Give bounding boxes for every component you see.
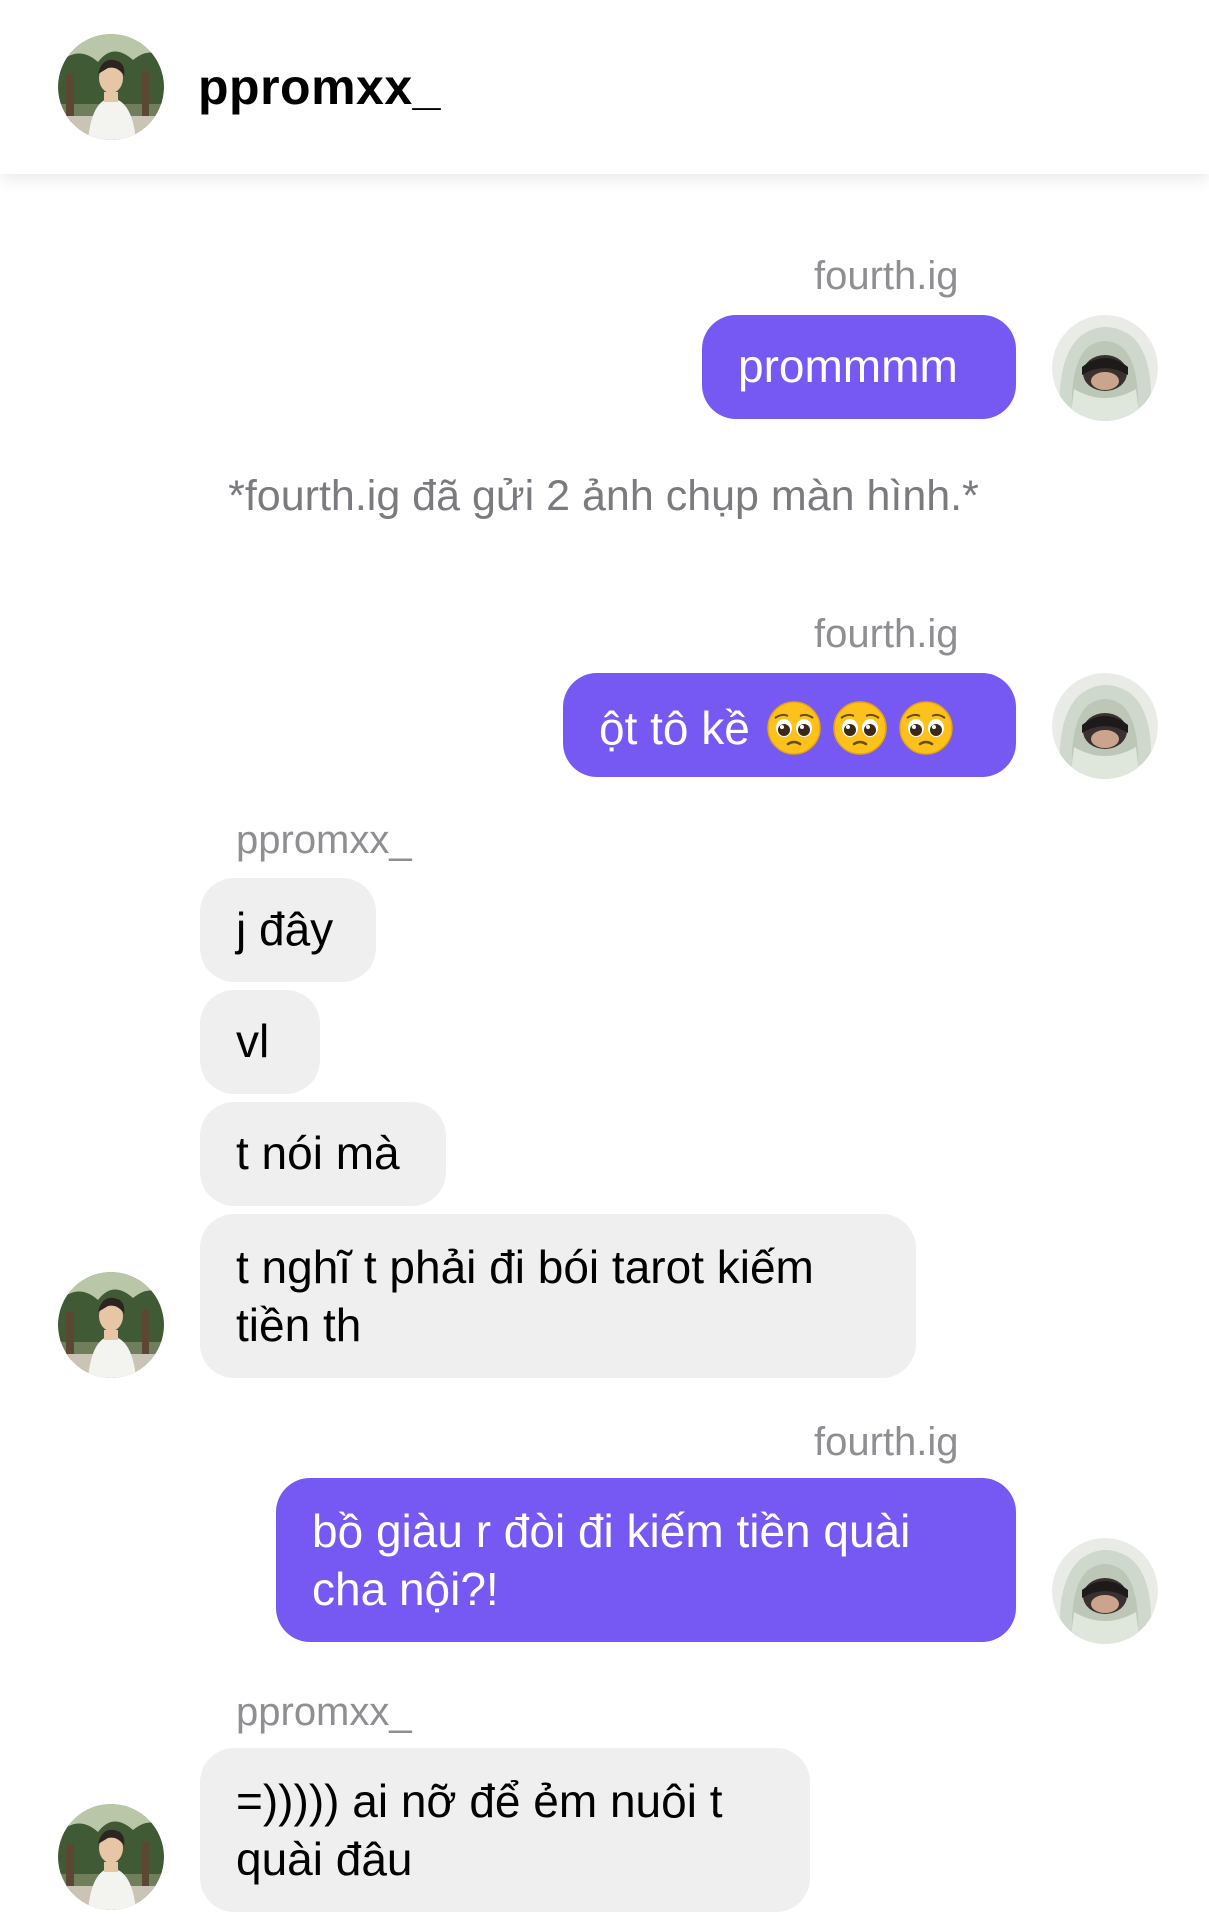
message-text-line: cha nội?! (312, 1563, 499, 1615)
sender-label: ppromxx_ (236, 1690, 412, 1734)
message-text: ột tô kề (599, 701, 750, 754)
pleading-face-emoji-icon (766, 700, 822, 756)
avatar[interactable] (1052, 1538, 1158, 1644)
message-bubble[interactable]: vl (200, 990, 320, 1094)
message-bubble[interactable]: t nghĩ t phải đi bói tarot kiếm tiền th (200, 1214, 916, 1378)
sender-label: fourth.ig (814, 1420, 959, 1464)
message-text: t nói mà (236, 1127, 400, 1179)
message-text-line: bồ giàu r đòi đi kiếm tiền quài (312, 1505, 911, 1557)
profile-photo-icon (1052, 315, 1158, 421)
avatar[interactable] (58, 1272, 164, 1378)
system-note: *fourth.ig đã gửi 2 ảnh chụp màn hình.* (228, 472, 979, 520)
profile-photo-icon (1052, 673, 1158, 779)
message-bubble[interactable]: =))))) ai nỡ để ẻm nuôi t quài đâu (200, 1748, 810, 1912)
profile-photo-icon (58, 34, 164, 140)
profile-photo-icon (58, 1272, 164, 1378)
avatar[interactable] (58, 34, 164, 140)
pleading-face-emoji-icon (832, 700, 888, 756)
pleading-face-emoji-icon (898, 700, 954, 756)
message-text: j đây (236, 903, 334, 955)
message-bubble[interactable]: j đây (200, 878, 376, 982)
message-bubble[interactable]: t nói mà (200, 1102, 446, 1206)
profile-photo-icon (58, 1804, 164, 1910)
message-bubble[interactable]: prommmm (702, 315, 1016, 419)
avatar[interactable] (58, 1804, 164, 1910)
avatar[interactable] (1052, 673, 1158, 779)
avatar[interactable] (1052, 315, 1158, 421)
profile-photo-icon (1052, 1538, 1158, 1644)
sender-label: fourth.ig (814, 612, 959, 656)
sender-label: fourth.ig (814, 254, 959, 298)
message-bubble[interactable]: ột tô kề (563, 673, 1016, 777)
emoji-group (756, 700, 954, 756)
chat-header: ppromxx_ (0, 0, 1209, 174)
message-text: vl (236, 1015, 270, 1067)
chat-username[interactable]: ppromxx_ (198, 58, 441, 116)
message-text: prommmm (738, 340, 958, 392)
message-bubble[interactable]: bồ giàu r đòi đi kiếm tiền quài cha nội?… (276, 1478, 1016, 1642)
message-text-line: t nghĩ t phải đi bói tarot kiếm (236, 1241, 814, 1293)
message-text-line: quài đâu (236, 1833, 413, 1885)
sender-label: ppromxx_ (236, 818, 412, 862)
message-text-line: tiền th (236, 1299, 362, 1351)
message-text-line: =))))) ai nỡ để ẻm nuôi t (236, 1775, 723, 1827)
